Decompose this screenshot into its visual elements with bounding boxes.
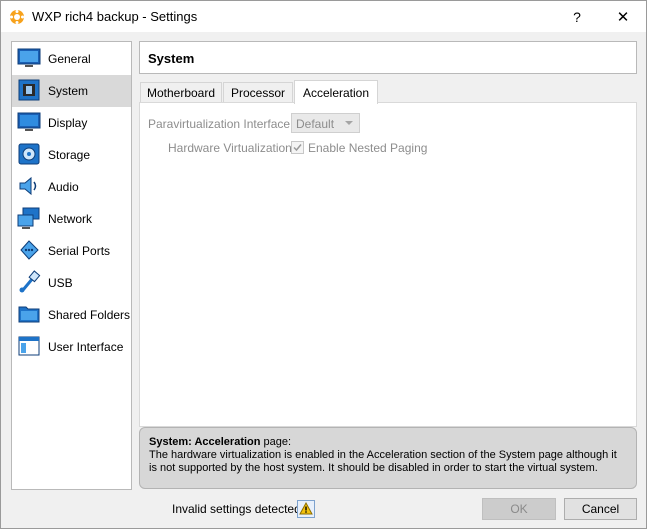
general-icon — [17, 48, 41, 67]
sidebar-item-network[interactable]: Network — [12, 203, 131, 235]
sidebar-item-system[interactable]: System — [12, 75, 131, 107]
title-bar[interactable]: WXP rich4 backup - Settings ? ✕ — [1, 1, 646, 32]
sidebar-item-label: Display — [48, 116, 88, 130]
sidebar-item-label: System — [48, 84, 89, 98]
usb-icon — [19, 270, 41, 293]
display-icon — [17, 112, 41, 131]
validation-message-box: System: Acceleration page: The hardware … — [139, 427, 637, 489]
sidebar-item-usb[interactable]: USB — [12, 267, 131, 299]
sidebar-item-shared-folders[interactable]: Shared Folders — [12, 299, 131, 331]
virtualbox-app-icon — [10, 10, 24, 24]
warning-icon[interactable] — [297, 500, 315, 518]
nested-paging-checkbox[interactable] — [291, 141, 304, 154]
sidebar-item-user-interface[interactable]: User Interface — [12, 331, 131, 363]
tab-motherboard[interactable]: Motherboard — [140, 82, 222, 103]
tab-processor[interactable]: Processor — [223, 82, 293, 103]
sidebar-item-serial-ports[interactable]: Serial Ports — [12, 235, 131, 267]
validation-title: System: Acceleration — [149, 436, 261, 448]
hardware-virtualization-label: Hardware Virtualization: — [168, 141, 296, 155]
chevron-down-icon — [345, 121, 353, 125]
validation-title-line: System: Acceleration page: — [149, 436, 627, 449]
settings-window: WXP rich4 backup - Settings ? ✕ General … — [0, 0, 647, 529]
user-interface-icon — [18, 336, 40, 356]
sidebar-item-general[interactable]: General — [12, 43, 131, 75]
system-icon — [18, 79, 40, 101]
cancel-button[interactable]: Cancel — [564, 498, 637, 520]
sidebar-item-label: Storage — [48, 148, 91, 162]
validation-message: The hardware virtualization is enabled i… — [149, 449, 617, 474]
help-button[interactable]: ? — [554, 1, 600, 32]
acceleration-panel: Paravirtualization Interface: Default Ha… — [139, 102, 637, 427]
sidebar-item-label: User Interface — [48, 340, 124, 354]
close-button[interactable]: ✕ — [600, 1, 646, 32]
sidebar-item-label: Network — [48, 212, 93, 226]
settings-sidebar: General System Display Storage Audio Net… — [11, 41, 132, 490]
sidebar-item-label: Shared Folders — [48, 308, 131, 322]
nested-paging-label: Enable Nested Paging — [308, 141, 428, 155]
page-header: System — [139, 41, 637, 74]
checkmark-icon — [293, 144, 302, 152]
validation-title-suffix: page: — [260, 436, 292, 448]
sidebar-item-storage[interactable]: Storage — [12, 139, 131, 171]
window-title: WXP rich4 backup - Settings — [32, 9, 198, 24]
network-icon — [17, 207, 40, 229]
paravirtualization-select[interactable]: Default — [291, 113, 360, 133]
invalid-settings-text: Invalid settings detected — [172, 502, 301, 516]
tab-acceleration[interactable]: Acceleration — [294, 80, 378, 104]
sidebar-item-label: General — [48, 52, 91, 66]
audio-icon — [19, 176, 37, 196]
ok-button[interactable]: OK — [482, 498, 556, 520]
sidebar-item-label: Audio — [48, 180, 79, 194]
paravirtualization-label: Paravirtualization Interface: — [148, 117, 294, 131]
page-title: System — [148, 51, 195, 66]
sidebar-item-audio[interactable]: Audio — [12, 171, 131, 203]
paravirtualization-value: Default — [296, 117, 335, 131]
sidebar-item-label: USB — [48, 276, 73, 290]
storage-icon — [18, 143, 40, 165]
sidebar-item-display[interactable]: Display — [12, 107, 131, 139]
shared-folders-icon — [18, 306, 40, 323]
serial-ports-icon — [20, 240, 39, 260]
sidebar-item-label: Serial Ports — [48, 244, 111, 258]
